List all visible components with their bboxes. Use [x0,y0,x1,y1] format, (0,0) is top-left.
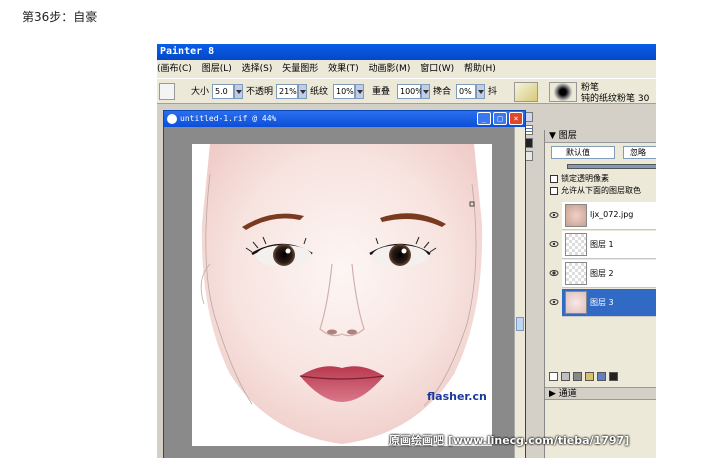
menu-select[interactable]: 选择(S) [242,64,273,74]
layer-thumbnail [565,233,587,256]
resaturation-field[interactable]: 100% [397,84,423,99]
bleed-label: 搀合 [433,87,452,97]
layer-options-icon[interactable] [597,372,606,381]
visibility-eye-icon[interactable] [549,239,559,249]
layer-row-selected[interactable]: 图层 3 [562,289,656,317]
brush-tool-icon[interactable] [159,83,175,100]
size-dropdown-icon[interactable] [234,84,243,99]
maximize-icon[interactable]: □ [493,112,507,125]
grain-field[interactable]: 10% [333,84,355,99]
menu-help[interactable]: 帮助(H) [464,64,496,74]
resaturation-dropdown-icon[interactable] [421,84,430,99]
document-title-text: untitled-1.rif @ 44% [180,114,277,123]
lock-transparency-checkbox[interactable] [550,175,558,183]
eye-left-iris [273,244,295,266]
document-title[interactable]: untitled-1.rif @ 44% _ □ × [164,111,525,127]
bleed-dropdown-icon[interactable] [476,84,485,99]
opacity-dropdown-icon[interactable] [298,84,307,99]
layer-name: 图层 2 [590,269,614,278]
opacity-slider[interactable] [567,164,656,169]
document-window: untitled-1.rif @ 44% _ □ × [163,110,526,458]
layer-thumbnail [565,262,587,285]
opacity-field[interactable]: 21% [276,84,298,99]
scroll-thumb[interactable] [516,317,524,331]
page-heading: 第36步：自豪 [22,10,98,24]
layer-row[interactable]: 图层 1 [562,231,656,259]
brush-dab-icon[interactable] [549,82,577,102]
delete-layer-icon[interactable] [609,372,618,381]
menubar: (画布(C) 图层(L) 选择(S) 矢量图形 效果(T) 动画影(M) 窗口(… [157,60,656,78]
channels-label: 通道 [558,389,577,399]
layer-row[interactable]: ljx_072.jpg [562,202,656,230]
layer-name: 图层 3 [590,298,614,307]
layer-dynamic-plugin-icon[interactable] [561,372,570,381]
close-icon[interactable]: × [509,112,523,125]
app-title: Painter 8 [157,44,656,60]
layer-name: 图层 1 [590,240,614,249]
channels-panel-header[interactable]: ▶ 通道 [545,387,656,400]
opacity-label: 不透明 [246,87,274,97]
bleed-field[interactable]: 0% [456,84,476,99]
size-label: 大小 [191,87,210,97]
layers-panel-title: 图层 [558,131,577,141]
layers-panel-header[interactable]: ▼ 图层 [545,130,656,143]
composite-select[interactable]: 忽略 [623,146,656,159]
vertical-scrollbar[interactable] [514,127,525,458]
size-field[interactable]: 5.0 [212,84,234,99]
eye-right-iris [389,244,411,266]
visibility-eye-icon[interactable] [549,268,559,278]
layer-group-icon[interactable] [585,372,594,381]
new-layer-icon[interactable] [549,372,558,381]
menu-layers[interactable]: 图层(L) [202,64,232,74]
canvas-area[interactable] [164,127,516,458]
property-bar: 大小 5.0 不透明 21% 纸纹 10% 重叠 100% 搀合 0% 抖 粉笔… [157,78,656,104]
minimize-icon[interactable]: _ [477,112,491,125]
layer-commands-bar [549,372,639,383]
lock-transparency-label: 锁定透明像素 [561,174,609,183]
pick-up-underlying-checkbox[interactable] [550,187,558,195]
layer-name: ljx_072.jpg [590,210,634,219]
visibility-eye-icon[interactable] [549,210,559,220]
layer-mask-icon[interactable] [573,372,582,381]
jitter-label: 抖 [488,87,498,97]
blend-mode-select[interactable]: 默认值 [551,146,615,159]
brush-variant-name[interactable]: 钝的纸纹粉笔 30 [581,92,649,106]
menu-window[interactable]: 窗口(W) [420,64,454,74]
watermark-site: flasher.cn [427,390,487,403]
layer-thumbnail [565,204,587,227]
brush-category-icon[interactable] [514,82,538,102]
watermark-credit: 原画绘画吧 [www.linecg.com/tieba/1797] [389,434,630,447]
resaturation-label: 重叠 [372,87,391,97]
visibility-eye-icon[interactable] [549,297,559,307]
grain-dropdown-icon[interactable] [355,84,364,99]
menu-shapes[interactable]: 矢量图形 [282,64,318,74]
menu-movie[interactable]: 动画影(M) [369,64,411,74]
layers-panel: ▼ 图层 默认值 忽略 锁定透明像素 允许从下面的图层取色 ljx_072.jp… [544,130,656,458]
layer-row[interactable]: 图层 2 [562,260,656,288]
menu-canvas[interactable]: (画布(C) [157,64,192,74]
grain-label: 纸纹 [310,87,329,97]
menu-effects[interactable]: 效果(T) [328,64,359,74]
document-icon [167,114,177,124]
layer-thumbnail [565,291,587,314]
pick-up-underlying-label: 允许从下面的图层取色 [561,186,641,195]
painter-window: Painter 8 (画布(C) 图层(L) 选择(S) 矢量图形 效果(T) … [157,44,656,458]
